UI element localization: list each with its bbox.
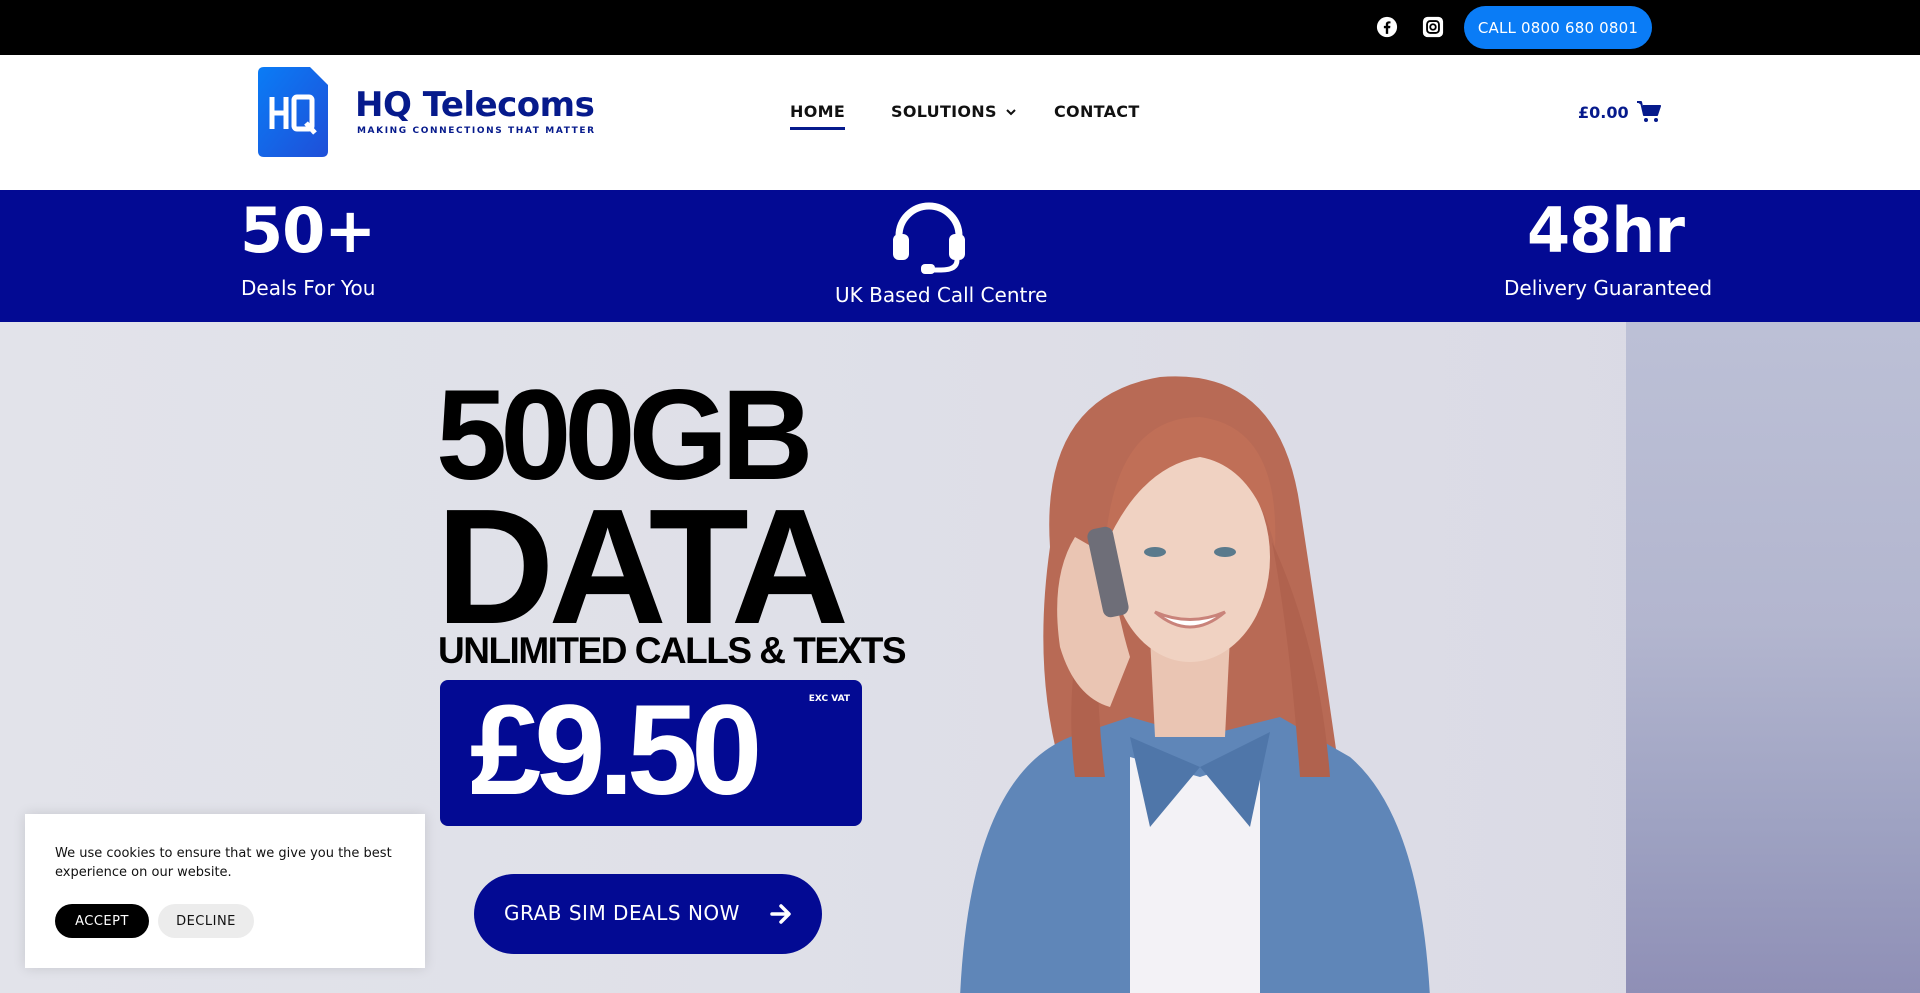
nav-solutions[interactable]: SOLUTIONS [891,102,1017,121]
active-underline [790,127,846,130]
cart-amount: £0.00 [1578,102,1629,122]
top-bar: CALL 0800 680 0801 [0,0,1920,55]
site-header: HQ Telecoms MAKING CONNECTIONS THAT MATT… [0,55,1920,190]
grab-sim-deals-button[interactable]: GRAB SIM DEALS NOW [474,874,822,954]
headset-icon [893,202,965,274]
nav-home-label: HOME [790,102,846,121]
cart-button[interactable]: £0.00 [1578,101,1661,123]
cart-icon [1636,101,1661,122]
hero-background-room [1626,322,1920,993]
facebook-icon[interactable] [1374,14,1400,40]
delivery-label: Delivery Guaranteed [1504,276,1713,300]
instagram-icon[interactable] [1420,14,1446,40]
logo-tagline: MAKING CONNECTIONS THAT MATTER [357,126,596,136]
woman-on-phone-image [960,376,1430,993]
price-box: £9.50 EXC VAT [440,680,862,826]
logo-title: HQ Telecoms [355,85,595,125]
call-button[interactable]: CALL 0800 680 0801 [1464,6,1652,49]
hero-headline-data: DATA [436,475,849,658]
hero-subheadline: UNLIMITED CALLS & TEXTS [438,630,907,671]
chevron-down-icon [1006,108,1016,115]
cookie-banner: We use cookies to ensure that we give yo… [25,814,425,968]
nav-home[interactable]: HOME [790,102,846,130]
logo-mark-icon [258,67,328,157]
call-centre-label: UK Based Call Centre [835,283,1048,307]
decline-cookies-button[interactable]: DECLINE [158,904,254,938]
deals-value: 50+ [240,194,376,267]
cookie-message: We use cookies to ensure that we give yo… [55,846,392,880]
nav-contact[interactable]: CONTACT [1054,102,1140,121]
arrow-right-icon [770,904,791,924]
delivery-value: 48hr [1527,194,1685,267]
cta-label: GRAB SIM DEALS NOW [504,901,740,925]
deals-label: Deals For You [241,276,376,300]
price-value: £9.50 [470,679,762,822]
stats-band: 50+ Deals For You UK Based Call Centre 4… [0,190,1920,322]
price-note: EXC VAT [808,694,850,704]
accept-cookies-button[interactable]: ACCEPT [55,904,149,938]
nav-solutions-label: SOLUTIONS [891,102,997,121]
